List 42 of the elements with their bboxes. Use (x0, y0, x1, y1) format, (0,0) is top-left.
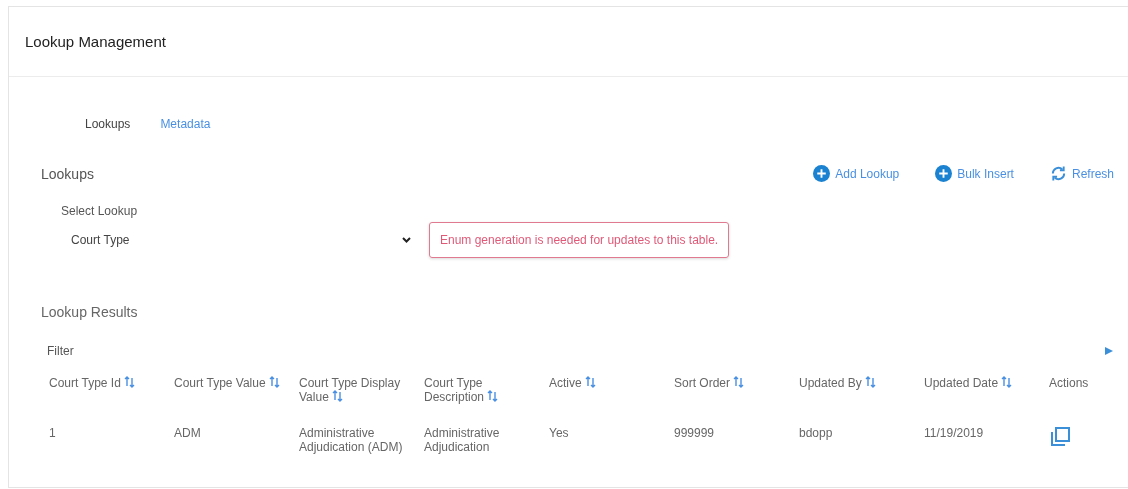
table-cell-text: Administrative Adjudication (ADM) (298, 426, 404, 454)
sort-icon[interactable] (268, 376, 280, 388)
table-cell-text: 1 (48, 426, 57, 442)
table-cell-text: Yes (548, 426, 570, 442)
sort-icon[interactable] (331, 390, 343, 402)
field-label: Select Lookup (61, 204, 138, 218)
table-cell-text: bdopp (798, 426, 834, 442)
sort-icon[interactable] (584, 376, 596, 388)
column-header[interactable]: Court Type Description (416, 376, 541, 426)
play-icon[interactable] (1104, 346, 1114, 356)
warning-message: Enum generation is needed for updates to this table. (429, 222, 730, 258)
add-button[interactable]: Add Lookup (813, 165, 900, 182)
copy-icon[interactable] (1049, 426, 1071, 448)
tab[interactable]: Lookups (85, 117, 131, 131)
column-header[interactable]: Court Type Value (166, 376, 291, 426)
column-header: Actions (1048, 376, 1090, 392)
add-button[interactable]: Bulk Insert (935, 165, 1014, 182)
lookup-select[interactable]: Court Type (61, 225, 419, 255)
refresh-icon (1049, 165, 1067, 182)
plus-icon (935, 165, 953, 182)
page-title: Lookup Management (9, 7, 1128, 77)
chevron-down-icon (402, 237, 411, 243)
sort-icon[interactable] (123, 376, 135, 388)
section-title: Lookups (41, 165, 94, 182)
tab[interactable]: Metadata (160, 117, 211, 131)
column-header[interactable]: Court Type Id (41, 376, 166, 426)
table-cell-text: 11/19/2019 (923, 426, 985, 442)
table-cell-text: Administrative Adjudication (423, 426, 501, 454)
column-header[interactable]: Court Type Display Value (291, 376, 416, 426)
sort-icon[interactable] (733, 376, 744, 388)
sort-icon[interactable] (1001, 376, 1013, 388)
section-title: Lookup Results (41, 304, 139, 320)
column-header[interactable]: Updated Date (916, 376, 1041, 426)
table-cell-text: 999999 (673, 426, 716, 442)
column-header[interactable]: Updated By (791, 376, 916, 426)
sort-icon[interactable] (487, 390, 499, 402)
plus-icon (813, 165, 831, 182)
column-header[interactable]: Sort Order (666, 376, 791, 426)
table-cell-text: ADM (173, 426, 202, 442)
refresh-button[interactable]: Refresh (1049, 165, 1114, 182)
sort-icon[interactable] (864, 376, 876, 388)
column-header[interactable]: Active (541, 376, 666, 426)
